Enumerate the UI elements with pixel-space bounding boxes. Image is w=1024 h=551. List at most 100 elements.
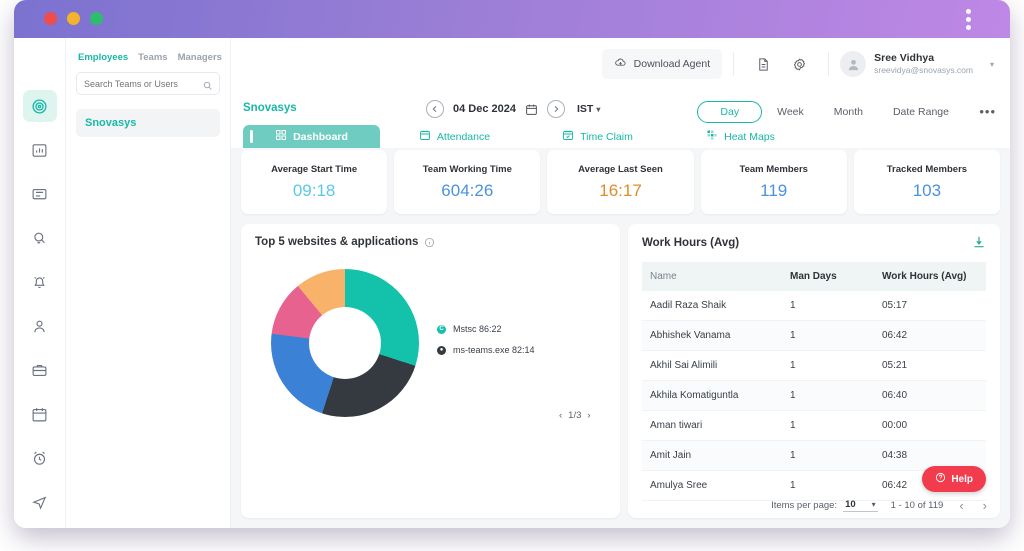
cell-man-days: 1 — [782, 410, 874, 441]
icon-rail — [14, 38, 66, 528]
period-toggle-group: Day Week Month Date Range — [697, 98, 964, 125]
cloud-download-icon — [614, 56, 627, 72]
document-icon[interactable] — [750, 51, 776, 77]
chart-legend: C Mstsc 86:22 ● ms-teams.exe 82:14 — [437, 324, 535, 366]
download-icon[interactable] — [972, 235, 986, 249]
table-pagination: Items per page: 10 ▾ 1 - 10 of 119 ‹ › — [771, 498, 990, 513]
chart-pagination: ‹ 1/3 › — [559, 410, 591, 421]
date-navigator: 04 Dec 2024 IST ▾ — [426, 100, 600, 118]
current-date: 04 Dec 2024 — [453, 103, 516, 115]
heatmap-icon — [706, 129, 718, 144]
table-row[interactable]: Akhil Sai Alimili 1 05:21 — [642, 350, 986, 381]
cell-man-days: 1 — [782, 350, 874, 381]
cell-work-hours: 06:40 — [874, 380, 986, 411]
window-close-button[interactable] — [44, 12, 57, 25]
stat-card-average-start-time: Average Start Time 09:18 — [241, 150, 388, 214]
org-title: Snovasys — [243, 102, 297, 114]
legend-label: Mstsc 86:22 — [453, 324, 502, 334]
teams-tab-teams[interactable]: Teams — [138, 52, 167, 63]
tab-label: Heat Maps — [724, 130, 775, 143]
info-icon[interactable] — [424, 237, 435, 248]
column-header-name[interactable]: Name — [642, 262, 782, 291]
table-row[interactable]: Akhila Komatiguntla 1 06:40 — [642, 380, 986, 411]
calendar-icon[interactable] — [23, 398, 57, 430]
chevron-down-icon: ▾ — [871, 500, 876, 509]
mstsc-icon: C — [437, 324, 446, 334]
period-day[interactable]: Day — [697, 100, 763, 123]
ellipsis-icon[interactable]: ••• — [979, 104, 996, 119]
timezone-value: IST — [577, 103, 594, 115]
lightbulb-icon[interactable] — [23, 222, 57, 254]
calendar-icon[interactable] — [525, 103, 538, 116]
team-list-item-snovasys[interactable]: Snovasys — [76, 109, 220, 137]
column-header-man-days[interactable]: Man Days — [782, 262, 874, 291]
timezone-selector[interactable]: IST ▾ — [577, 103, 600, 115]
target-icon[interactable] — [22, 90, 57, 122]
user-icon[interactable] — [23, 310, 57, 342]
prev-page-button[interactable]: ‹ — [956, 498, 966, 513]
table-row[interactable]: Abhishek Vanama 1 06:42 — [642, 320, 986, 351]
chart-prev-button[interactable]: ‹ — [559, 410, 562, 421]
table-title: Work Hours (Avg) — [642, 237, 740, 249]
tab-heat-maps[interactable]: Heat Maps — [672, 125, 809, 148]
teams-tab-employees[interactable]: Employees — [78, 52, 128, 63]
grid-icon — [275, 129, 287, 144]
stat-label: Team Members — [739, 163, 808, 175]
briefcase-icon[interactable] — [23, 354, 57, 386]
bar-chart-icon[interactable] — [23, 134, 57, 166]
stat-label: Team Working Time — [422, 163, 512, 175]
chevron-down-icon: ▾ — [596, 104, 601, 114]
cell-work-hours: 06:42 — [874, 320, 986, 351]
vertical-dots-icon[interactable] — [960, 6, 976, 34]
download-agent-button[interactable]: Download Agent — [601, 49, 723, 79]
window-minimize-button[interactable] — [67, 12, 80, 25]
presentation-icon[interactable] — [23, 178, 57, 210]
teams-icon: ● — [437, 345, 446, 355]
teams-panel: Employees Teams Managers Snovasys — [66, 38, 231, 528]
table-row[interactable]: Aadil Raza Shaik 1 05:17 — [642, 291, 986, 321]
stat-card-tracked-members: Tracked Members 103 — [853, 150, 1001, 214]
table-header-row: Name Man Days Work Hours (Avg) — [642, 262, 986, 291]
gear-icon[interactable] — [786, 51, 812, 77]
next-date-button[interactable] — [547, 100, 565, 118]
tab-attendance[interactable]: Attendance — [386, 125, 523, 148]
cell-name: Aadil Raza Shaik — [642, 291, 782, 321]
stat-label: Tracked Members — [886, 163, 968, 175]
tab-dashboard[interactable]: Dashboard — [243, 125, 380, 148]
cell-name: Akhila Komatiguntla — [642, 380, 782, 411]
items-per-page-label: Items per page: — [771, 500, 838, 511]
alarm-clock-icon[interactable] — [23, 442, 57, 474]
period-date-range[interactable]: Date Range — [878, 101, 964, 123]
top-header: Download Agent Sree Vidhya sreevidya@sno… — [231, 38, 1010, 90]
items-per-page-select[interactable]: 10 ▾ — [843, 499, 878, 512]
user-menu[interactable]: Sree Vidhya sreevidya@snovasys.com ▾ — [840, 51, 994, 77]
cell-man-days: 1 — [782, 291, 874, 321]
team-search-box[interactable] — [76, 72, 220, 95]
cell-name: Amulya Sree — [642, 470, 782, 501]
stat-value: 604:26 — [441, 180, 494, 200]
chevron-down-icon[interactable]: ▾ — [990, 60, 994, 69]
period-month[interactable]: Month — [819, 101, 878, 123]
chart-next-button[interactable]: › — [587, 410, 590, 421]
search-input[interactable] — [84, 78, 199, 89]
stat-value: 16:17 — [599, 180, 642, 200]
header-divider-1 — [733, 52, 735, 76]
content-area: Snovasys 04 Dec 2024 IST ▾ Day Week Mont… — [231, 90, 1010, 528]
tab-time-claim[interactable]: Time Claim — [529, 125, 666, 148]
help-label: Help — [951, 473, 973, 485]
stat-label: Average Start Time — [271, 163, 358, 175]
search-icon — [202, 78, 213, 96]
help-button[interactable]: Help — [922, 466, 986, 492]
question-icon — [935, 472, 946, 486]
table-row[interactable]: Aman tiwari 1 00:00 — [642, 410, 986, 441]
send-icon[interactable] — [23, 486, 57, 518]
next-page-button[interactable]: › — [980, 498, 990, 513]
teams-tab-managers[interactable]: Managers — [178, 52, 222, 63]
cell-work-hours: 05:21 — [874, 350, 986, 381]
bell-icon[interactable] — [23, 266, 57, 298]
nav-bar: Snovasys 04 Dec 2024 IST ▾ Day Week Mont… — [231, 90, 1010, 148]
prev-date-button[interactable] — [426, 100, 444, 118]
column-header-work-hours[interactable]: Work Hours (Avg) — [874, 262, 986, 291]
period-week[interactable]: Week — [762, 101, 819, 123]
window-maximize-button[interactable] — [90, 12, 103, 25]
